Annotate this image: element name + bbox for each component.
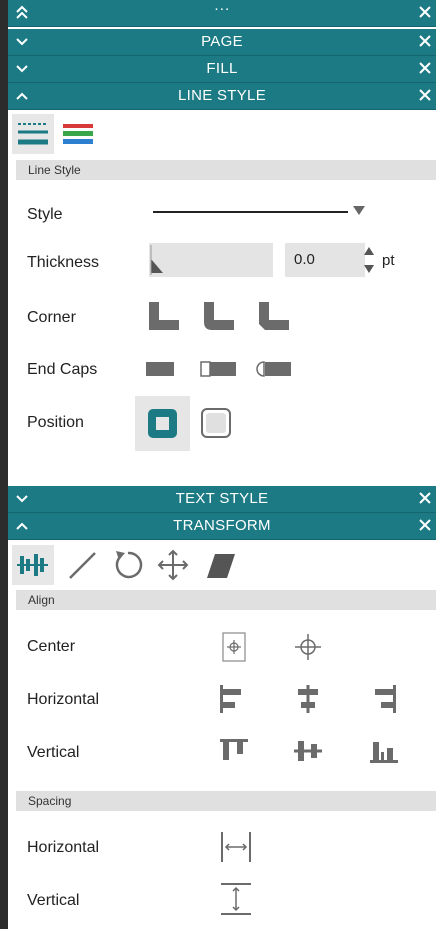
top-header[interactable]: ···: [8, 0, 436, 27]
page-header[interactable]: PAGE: [8, 29, 436, 56]
align-tab-icon[interactable]: [12, 545, 54, 585]
distribute-vertical-icon[interactable]: [218, 880, 254, 920]
horizontal-align-label: Horizontal: [27, 691, 100, 708]
more-dots[interactable]: ···: [8, 0, 436, 18]
position-center-icon[interactable]: [147, 408, 178, 439]
move-icon[interactable]: [155, 547, 191, 583]
thickness-unit: pt: [382, 252, 395, 269]
align-left-icon[interactable]: [218, 683, 246, 715]
page-header-title: PAGE: [201, 33, 243, 50]
slider-thumb-icon[interactable]: [149, 243, 169, 277]
end-cap-round-icon[interactable]: [255, 358, 297, 380]
line-style-header[interactable]: LINE STYLE: [8, 83, 436, 110]
align-middle-vertical-icon[interactable]: [292, 736, 324, 766]
align-right-icon[interactable]: [370, 683, 398, 715]
center-label: Center: [27, 638, 76, 655]
line-style-dropdown[interactable]: [153, 203, 378, 221]
align-bottom-icon[interactable]: [368, 736, 400, 766]
corner-label: Corner: [27, 309, 76, 326]
properties-panel: ··· PAGE FILL LINE STYLE Line Style Styl…: [8, 0, 436, 929]
skew-icon[interactable]: [203, 547, 239, 583]
corner-miter-icon[interactable]: [145, 298, 185, 334]
spacing-vertical-label: Vertical: [27, 892, 80, 909]
position-inside-icon[interactable]: [200, 407, 232, 439]
style-label: Style: [27, 206, 63, 223]
distribute-horizontal-icon[interactable]: [218, 830, 254, 864]
end-caps-label: End Caps: [27, 361, 98, 378]
close-icon[interactable]: [417, 86, 433, 104]
text-style-header-title: TEXT STYLE: [175, 490, 269, 507]
align-top-icon[interactable]: [218, 736, 250, 766]
text-style-header[interactable]: TEXT STYLE: [8, 486, 436, 513]
thickness-spinner-icon[interactable]: [362, 244, 376, 276]
resize-diagonal-icon[interactable]: [65, 547, 101, 583]
close-icon[interactable]: [417, 32, 433, 50]
line-color-tab-icon[interactable]: [60, 116, 96, 152]
thickness-input[interactable]: 0.0: [285, 243, 365, 277]
vertical-align-label: Vertical: [27, 744, 80, 761]
end-cap-flat-icon[interactable]: [145, 358, 181, 380]
end-cap-square-icon[interactable]: [200, 358, 242, 380]
rotate-icon[interactable]: [110, 547, 146, 583]
transform-header[interactable]: TRANSFORM: [8, 513, 436, 540]
line-style-header-title: LINE STYLE: [177, 87, 267, 104]
spacing-horizontal-label: Horizontal: [27, 839, 100, 856]
thickness-label: Thickness: [27, 254, 100, 271]
close-icon[interactable]: [417, 489, 433, 507]
transform-header-title: TRANSFORM: [173, 517, 271, 534]
align-center-horizontal-icon[interactable]: [294, 683, 322, 715]
position-center-selected[interactable]: [135, 396, 190, 451]
fill-header-title: FILL: [206, 60, 238, 77]
align-section-label: Align: [16, 590, 436, 610]
close-icon[interactable]: [417, 516, 433, 534]
corner-bevel-icon[interactable]: [255, 298, 295, 334]
fill-header[interactable]: FILL: [8, 56, 436, 83]
line-style-section-label: Line Style: [16, 160, 436, 180]
close-icon[interactable]: [417, 59, 433, 77]
spacing-section-label: Spacing: [16, 791, 436, 811]
center-on-selection-icon[interactable]: [292, 631, 324, 663]
window-left-border: [0, 0, 8, 929]
close-icon[interactable]: [417, 3, 433, 21]
position-label: Position: [27, 414, 84, 431]
line-style-tab-icon[interactable]: [12, 114, 54, 154]
corner-round-icon[interactable]: [200, 298, 240, 334]
thickness-slider[interactable]: [149, 243, 273, 277]
center-on-page-icon[interactable]: [221, 631, 247, 663]
